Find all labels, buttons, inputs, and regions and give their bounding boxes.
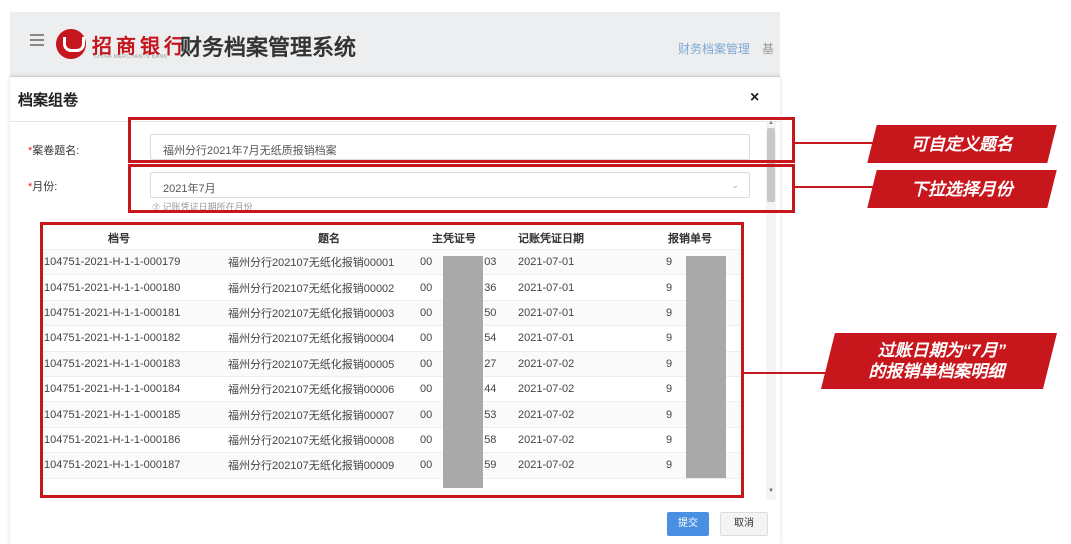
volume-title-label: *案卷题名:: [28, 145, 80, 157]
nav-next[interactable]: 基: [762, 40, 774, 57]
callout-custom-title: 可自定义题名: [867, 125, 1057, 163]
annotation-line-table: [744, 372, 828, 374]
cancel-button[interactable]: 取消: [720, 512, 768, 536]
bank-logo-subtext: CHINA MERCHANTS BANK: [94, 54, 168, 60]
app-header: 招商银行 CHINA MERCHANTS BANK 财务档案管理系统 财务档案管…: [10, 12, 780, 76]
system-title: 财务档案管理系统: [180, 35, 357, 60]
close-icon[interactable]: ×: [750, 89, 759, 107]
submit-button[interactable]: 提交: [667, 512, 709, 536]
annotation-line-title: [795, 142, 873, 144]
dialog-title: 档案组卷: [18, 92, 79, 109]
nav-finance-archive[interactable]: 财务档案管理: [678, 40, 750, 57]
month-label: *月份:: [28, 181, 58, 193]
callout-select-month: 下拉选择月份: [867, 170, 1057, 208]
callout-detail: 过账日期为“7月” 的报销单档案明细: [821, 333, 1057, 389]
annotation-line-month: [795, 186, 873, 188]
annotation-box-month: [128, 164, 795, 213]
menu-icon[interactable]: [30, 34, 44, 46]
bank-logo-icon: [56, 29, 86, 59]
annotation-box-table: [40, 222, 744, 498]
annotation-box-title: [128, 117, 795, 163]
scroll-down-icon[interactable]: ▼: [768, 488, 774, 494]
